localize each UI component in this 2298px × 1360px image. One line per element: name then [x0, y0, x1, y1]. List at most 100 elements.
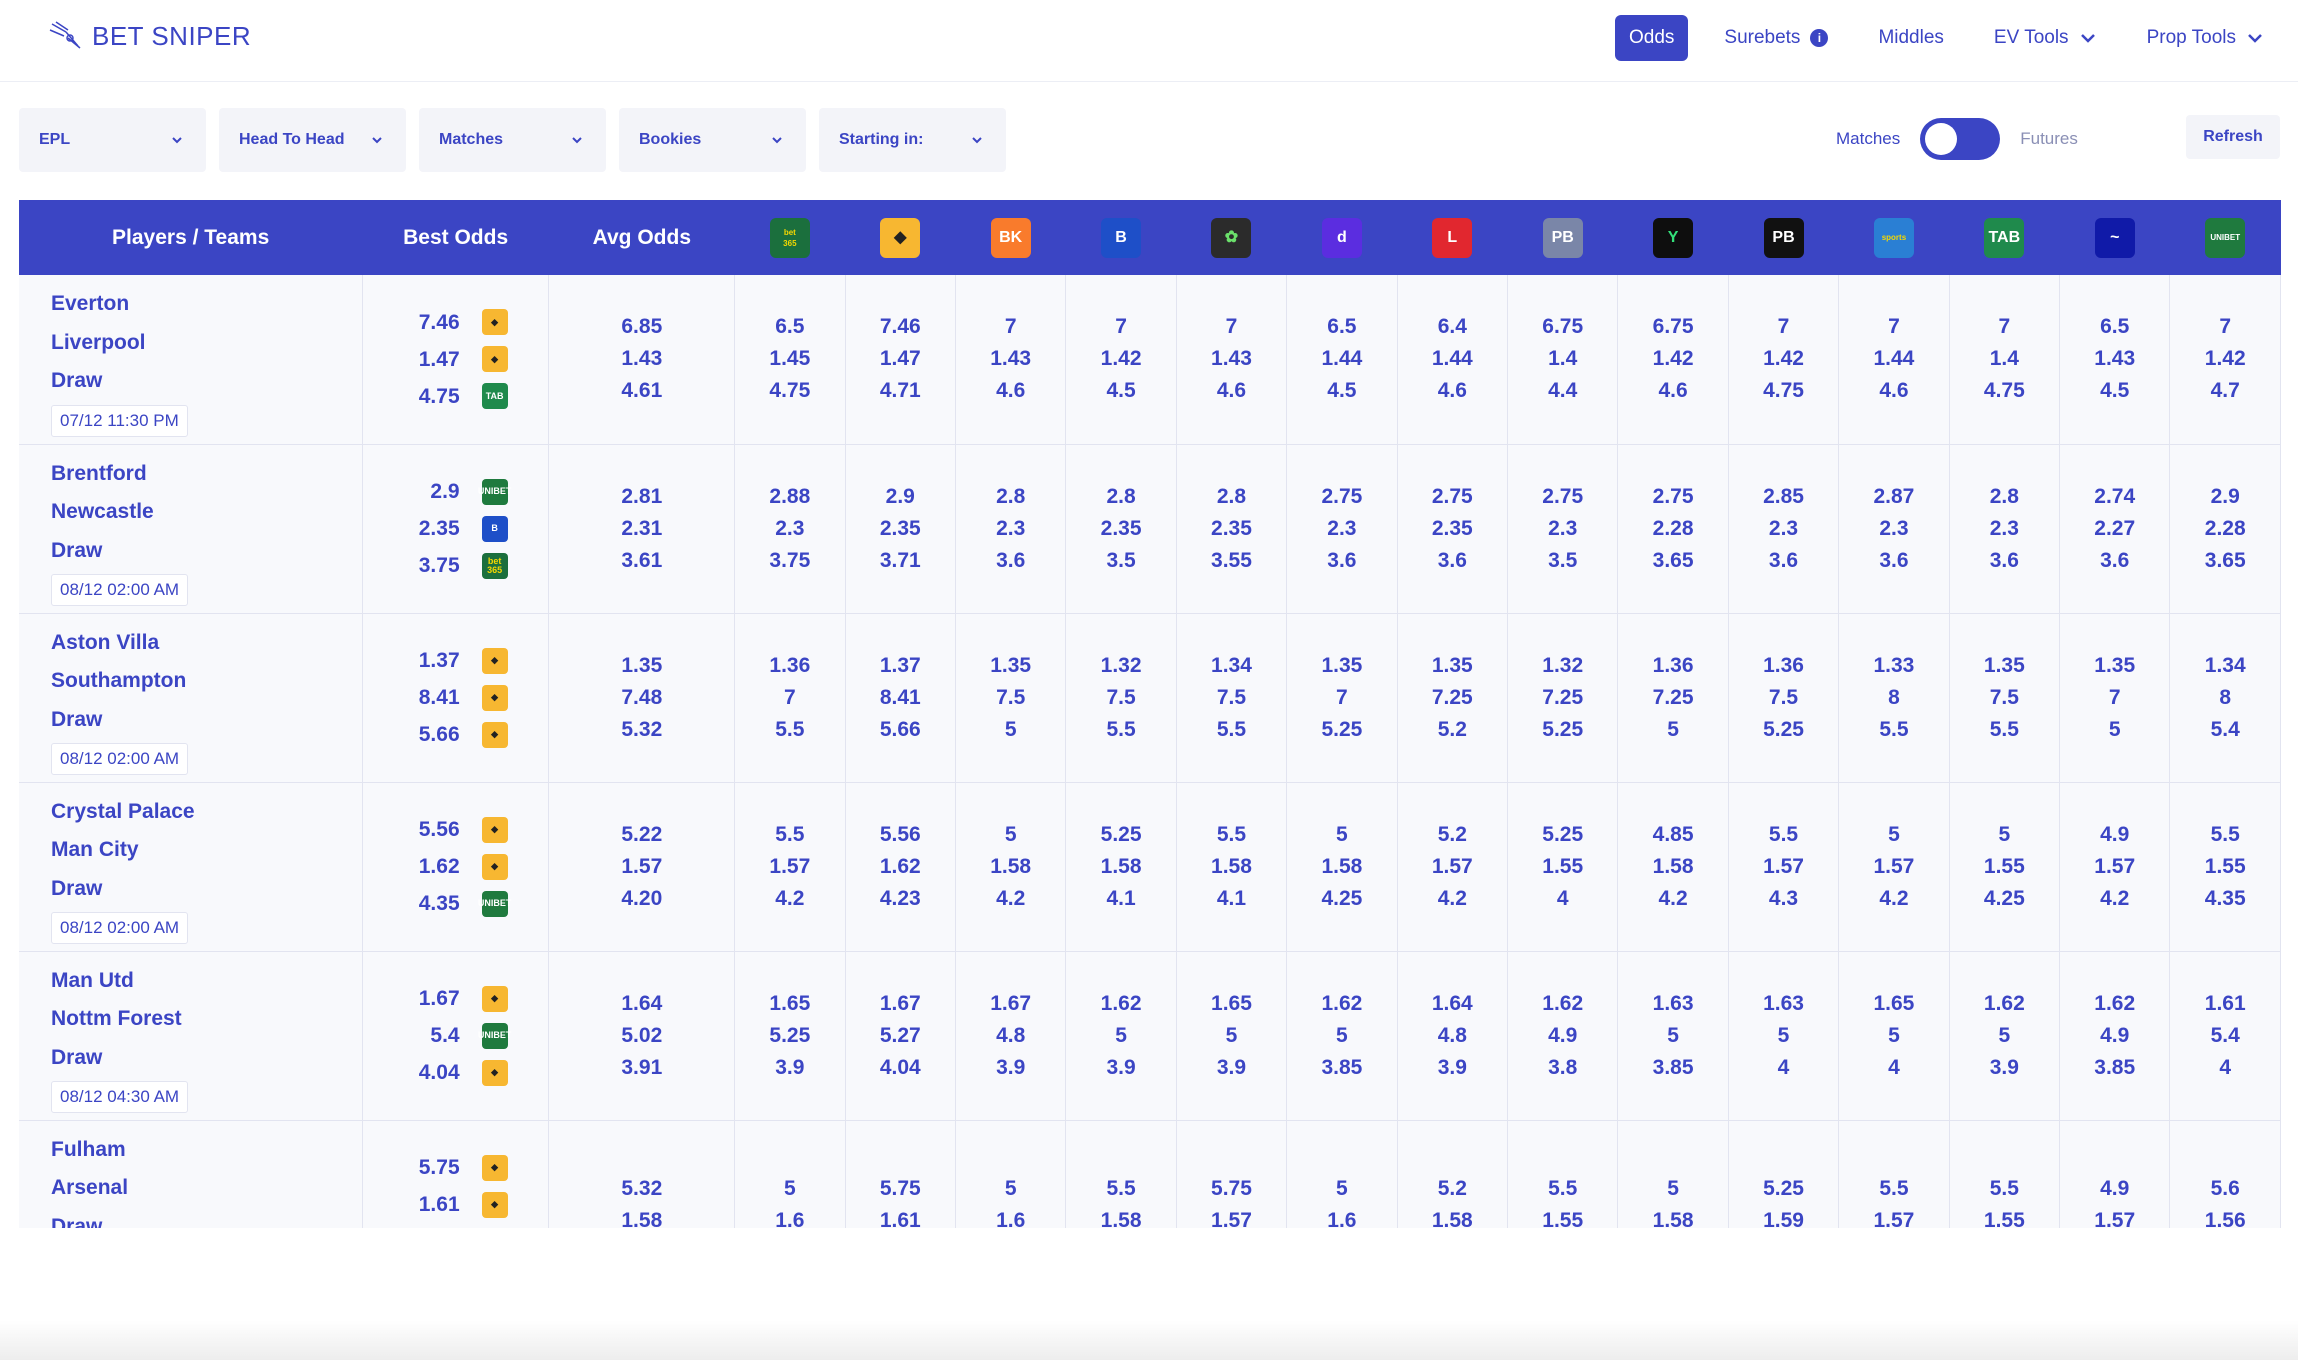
- team-name[interactable]: Draw: [51, 870, 362, 909]
- refresh-button[interactable]: Refresh: [2186, 115, 2280, 159]
- best-odds-entry[interactable]: 1.37 ◆: [363, 642, 549, 679]
- bookmaker-odds-cell[interactable]: 5.5 1.57: [1838, 1120, 1950, 1228]
- col-header-bookmaker[interactable]: ~: [2060, 200, 2170, 275]
- best-odds-entry[interactable]: 5.4 UNIBET: [363, 1017, 549, 1054]
- bookmaker-odds-cell[interactable]: 1.63 5 3.85: [1617, 951, 1729, 1120]
- bookmaker-odds-cell[interactable]: 7 1.42 4.5: [1065, 275, 1177, 444]
- bookmaker-odds-cell[interactable]: 5.5 1.55: [1949, 1120, 2061, 1228]
- bookmaker-odds-cell[interactable]: 5.5 1.58: [1065, 1120, 1177, 1228]
- col-header-bookmaker[interactable]: ◆: [845, 200, 955, 275]
- bookmaker-odds-cell[interactable]: 1.32 7.5 5.5: [1065, 613, 1177, 782]
- best-odds-entry[interactable]: 5.66 ◆: [363, 716, 549, 753]
- nav-middles[interactable]: Middles: [1864, 15, 1957, 61]
- best-odds-entry[interactable]: 7.46 ◆: [363, 304, 549, 341]
- team-name[interactable]: Everton: [51, 285, 362, 324]
- team-name[interactable]: Draw: [51, 362, 362, 401]
- bookmaker-odds-cell[interactable]: 5 1.58: [1617, 1120, 1729, 1228]
- bookmaker-odds-cell[interactable]: 5 1.55 4.25: [1949, 782, 2061, 951]
- bookmaker-odds-cell[interactable]: 1.35 7.25 5.2: [1397, 613, 1509, 782]
- bookmaker-odds-cell[interactable]: 1.35 7.5 5.5: [1949, 613, 2061, 782]
- col-header-bookmaker[interactable]: d: [1287, 200, 1397, 275]
- team-name[interactable]: Crystal Palace: [51, 793, 362, 832]
- bookmaker-odds-cell[interactable]: 2.8 2.3 3.6: [955, 444, 1067, 613]
- bookmaker-odds-cell[interactable]: 7 1.42 4.7: [2169, 275, 2281, 444]
- bookmaker-odds-cell[interactable]: 2.9 2.35 3.71: [845, 444, 956, 613]
- bookmaker-odds-cell[interactable]: 2.75 2.28 3.65: [1617, 444, 1729, 613]
- bookmaker-odds-cell[interactable]: 5 1.6: [1286, 1120, 1398, 1228]
- bookmaker-odds-cell[interactable]: 1.36 7.25 5: [1617, 613, 1729, 782]
- team-name[interactable]: Nottm Forest: [51, 1000, 362, 1039]
- nav-odds[interactable]: Odds: [1614, 15, 1689, 61]
- bookmaker-odds-cell[interactable]: 5.25 1.58 4.1: [1065, 782, 1177, 951]
- bookmaker-odds-cell[interactable]: 5.75 1.61: [845, 1120, 956, 1228]
- bookmaker-odds-cell[interactable]: 5.56 1.62 4.23: [845, 782, 956, 951]
- col-header-bookmaker[interactable]: bet 365: [735, 200, 845, 275]
- table-row[interactable]: Aston Villa Southampton Draw 08/12 02:00 AM…: [19, 613, 2281, 782]
- best-odds-entry[interactable]: 1.62 ◆: [363, 848, 549, 885]
- bookmaker-odds-cell[interactable]: 4.9 1.57 4.2: [2059, 782, 2171, 951]
- best-odds-entry[interactable]: 4.04 ◆: [363, 1054, 549, 1091]
- col-header-bookmaker[interactable]: UNIBET: [2170, 200, 2281, 275]
- best-odds-entry[interactable]: 2.9 UNIBET: [363, 473, 549, 510]
- nav-prop-tools[interactable]: Prop Tools: [2133, 15, 2278, 61]
- bookmaker-odds-cell[interactable]: 1.33 8 5.5: [1838, 613, 1950, 782]
- toggle-switch[interactable]: [1920, 118, 2001, 160]
- bookmaker-odds-cell[interactable]: 6.4 1.44 4.6: [1397, 275, 1509, 444]
- bookmaker-odds-cell[interactable]: 5.5 1.55: [1507, 1120, 1619, 1228]
- best-odds-entry[interactable]: 3.75 bet 365: [363, 547, 549, 584]
- bookmaker-odds-cell[interactable]: 2.8 2.3 3.6: [1949, 444, 2061, 613]
- bookmaker-odds-cell[interactable]: 1.62 5 3.9: [1065, 951, 1177, 1120]
- bookmaker-odds-cell[interactable]: 1.65 5 3.9: [1176, 951, 1288, 1120]
- bookmaker-odds-cell[interactable]: 5.75 1.57: [1176, 1120, 1288, 1228]
- nav-ev-tools[interactable]: EV Tools: [1980, 15, 2111, 61]
- bookmaker-odds-cell[interactable]: 2.8 2.35 3.5: [1065, 444, 1177, 613]
- col-header-bookmaker[interactable]: PB: [1508, 200, 1618, 275]
- bookmaker-odds-cell[interactable]: 5 1.58 4.2: [955, 782, 1067, 951]
- bookies-select[interactable]: Bookies: [619, 108, 806, 172]
- bookmaker-odds-cell[interactable]: 2.85 2.3 3.6: [1728, 444, 1840, 613]
- bookmaker-odds-cell[interactable]: 1.67 5.27 4.04: [845, 951, 956, 1120]
- best-odds-entry[interactable]: 5.75 ◆: [363, 1149, 549, 1186]
- team-name[interactable]: Brentford: [51, 455, 362, 494]
- bookmaker-odds-cell[interactable]: 1.67 4.8 3.9: [955, 951, 1067, 1120]
- col-header-bookmaker[interactable]: L: [1397, 200, 1507, 275]
- bookmaker-odds-cell[interactable]: 2.75 2.3 3.6: [1286, 444, 1398, 613]
- table-row[interactable]: Brentford Newcastle Draw 08/12 02:00 AM 2.9 U…: [19, 444, 2281, 613]
- col-header-bookmaker[interactable]: TAB: [1949, 200, 2059, 275]
- bookmaker-odds-cell[interactable]: 5 1.57 4.2: [1838, 782, 1950, 951]
- bookmaker-odds-cell[interactable]: 5.25 1.55 4: [1507, 782, 1619, 951]
- matches-select[interactable]: Matches: [419, 108, 606, 172]
- table-row[interactable]: Everton Liverpool Draw 07/12 11:30 PM 7.46 ◆ 1…: [19, 275, 2281, 444]
- bookmaker-odds-cell[interactable]: 1.62 5 3.85: [1286, 951, 1398, 1120]
- bookmaker-odds-cell[interactable]: 4.9 1.57: [2059, 1120, 2171, 1228]
- bookmaker-odds-cell[interactable]: 5.6 1.56: [2169, 1120, 2281, 1228]
- bookmaker-odds-cell[interactable]: 6.5 1.43 4.5: [2059, 275, 2171, 444]
- col-header-teams[interactable]: Players / Teams: [19, 200, 362, 275]
- col-header-bookmaker[interactable]: ✿: [1176, 200, 1286, 275]
- bookmaker-odds-cell[interactable]: 2.87 2.3 3.6: [1838, 444, 1950, 613]
- best-odds-entry[interactable]: 4.35 UNIBET: [363, 885, 549, 922]
- team-name[interactable]: Draw: [51, 1208, 362, 1229]
- col-header-bookmaker[interactable]: sports: [1839, 200, 1949, 275]
- bookmaker-odds-cell[interactable]: 2.88 2.3 3.75: [734, 444, 846, 613]
- bookmaker-odds-cell[interactable]: 1.62 4.9 3.85: [2059, 951, 2171, 1120]
- bookmaker-odds-cell[interactable]: 5.5 1.58 4.1: [1176, 782, 1288, 951]
- bookmaker-odds-cell[interactable]: 1.35 7.5 5: [955, 613, 1067, 782]
- team-name[interactable]: Newcastle: [51, 493, 362, 532]
- bookmaker-odds-cell[interactable]: 2.9 2.28 3.65: [2169, 444, 2281, 613]
- best-odds-entry[interactable]: 1.67 ◆: [363, 980, 549, 1017]
- bookmaker-odds-cell[interactable]: 5.5 1.57 4.3: [1728, 782, 1840, 951]
- team-name[interactable]: Draw: [51, 1039, 362, 1078]
- bookmaker-odds-cell[interactable]: 7 1.43 4.6: [1176, 275, 1288, 444]
- nav-surebets[interactable]: Surebets i: [1710, 15, 1842, 61]
- team-name[interactable]: Fulham: [51, 1131, 362, 1170]
- best-odds-entry[interactable]: 4.75 TAB: [363, 378, 549, 415]
- col-header-bookmaker[interactable]: B: [1066, 200, 1176, 275]
- bookmaker-odds-cell[interactable]: 6.5 1.45 4.75: [734, 275, 846, 444]
- best-odds-entry[interactable]: 5.56 ◆: [363, 811, 549, 848]
- bookmaker-odds-cell[interactable]: 5 1.58 4.25: [1286, 782, 1398, 951]
- bookmaker-odds-cell[interactable]: 1.36 7.5 5.25: [1728, 613, 1840, 782]
- table-row[interactable]: Man Utd Nottm Forest Draw 08/12 04:30 AM 1.6…: [19, 951, 2281, 1120]
- league-select[interactable]: EPL: [19, 108, 206, 172]
- bookmaker-odds-cell[interactable]: 6.5 1.44 4.5: [1286, 275, 1398, 444]
